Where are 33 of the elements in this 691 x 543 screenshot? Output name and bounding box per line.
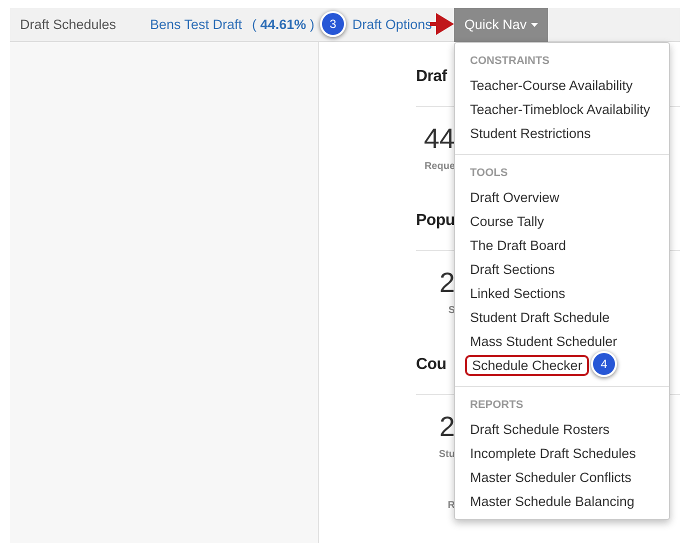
draft-percent: ( 44.61% ): [252, 17, 314, 32]
draft-link[interactable]: Bens Test Draft: [150, 17, 242, 32]
arrow-icon: [430, 12, 454, 36]
menu-item[interactable]: Master Scheduler Conflicts: [470, 468, 632, 486]
stat-number: 2: [438, 267, 455, 299]
menu-item[interactable]: Draft Sections: [470, 260, 555, 278]
step-badge: 4: [591, 351, 617, 377]
menu-header: REPORTS: [469, 398, 524, 413]
menu-item[interactable]: Master Schedule Balancing: [470, 492, 634, 510]
section-heading: Draf: [416, 68, 448, 86]
menu-item[interactable]: Teacher-Course Availability: [470, 76, 633, 94]
menu-item[interactable]: Schedule Checker: [465, 354, 590, 376]
section-heading: Popu: [416, 212, 455, 230]
section-heading: Cou: [416, 356, 448, 374]
menu-item[interactable]: Teacher-Timeblock Availability: [470, 100, 650, 118]
menu-item[interactable]: Mass Student Scheduler: [470, 332, 618, 350]
menu-item[interactable]: The Draft Board: [470, 236, 566, 254]
menu-item[interactable]: Draft Overview: [470, 188, 560, 206]
menu-header: TOOLS: [469, 166, 509, 181]
stat-number: 44: [422, 123, 455, 155]
page-title: Draft Schedules: [20, 17, 118, 32]
menu-item[interactable]: Draft Schedule Rosters: [470, 420, 610, 438]
menu-header: CONSTRAINTS: [469, 54, 550, 69]
menu-item[interactable]: Student Draft Schedule: [470, 308, 610, 326]
caret-icon: [530, 22, 538, 26]
stat-number: 2: [438, 411, 455, 443]
stat-caption: Reque: [423, 161, 455, 172]
stat-caption: R: [446, 500, 455, 511]
menu-item[interactable]: Student Restrictions: [470, 124, 591, 142]
menu-item[interactable]: Linked Sections: [470, 284, 566, 302]
menu-item[interactable]: Incomplete Draft Schedules: [470, 444, 636, 462]
menu-item[interactable]: Course Tally: [470, 212, 544, 230]
options-link[interactable]: Draft Options: [352, 17, 432, 32]
